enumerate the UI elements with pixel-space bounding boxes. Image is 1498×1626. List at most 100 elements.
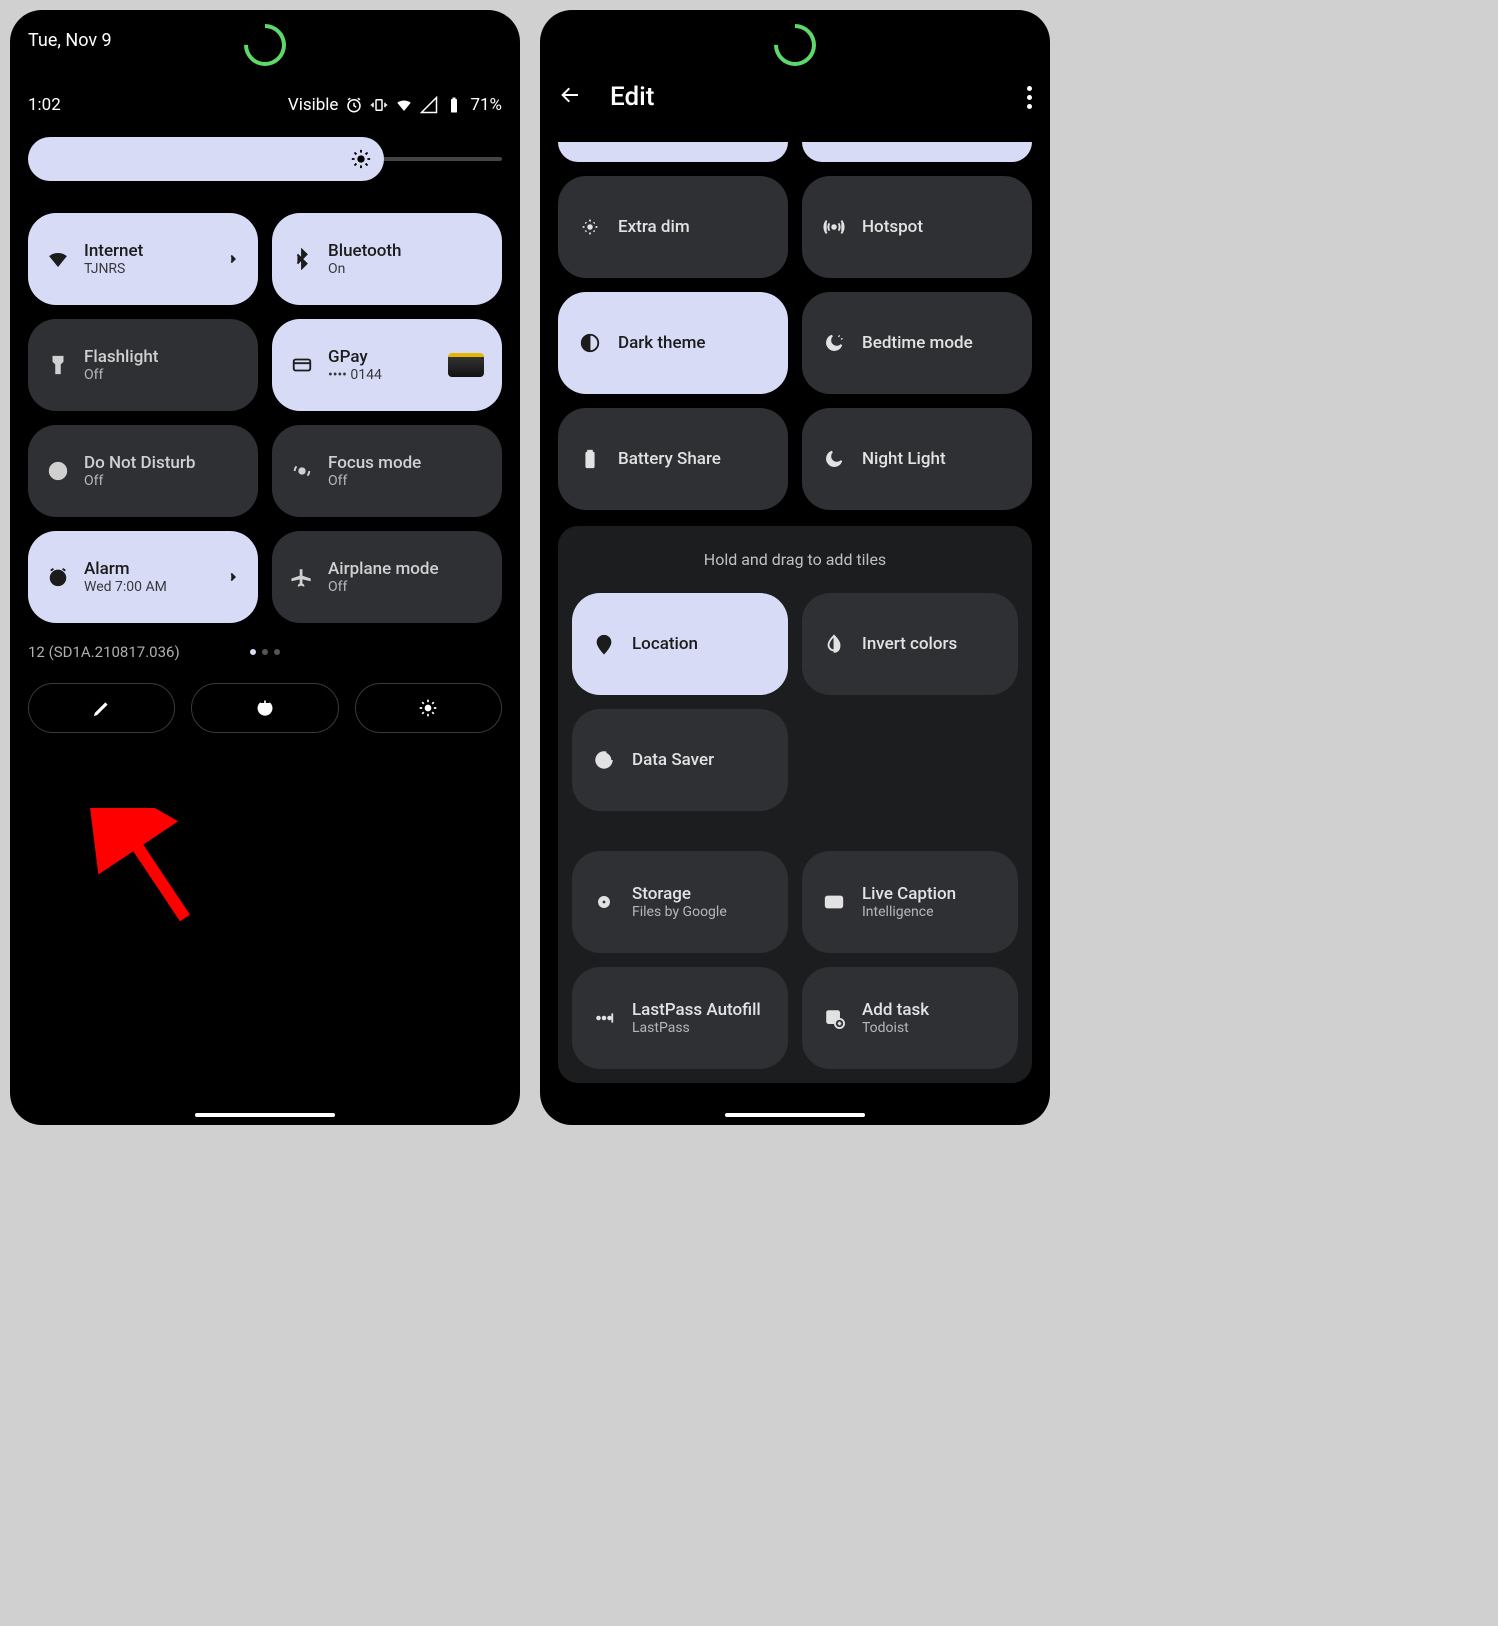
tile-title: Live Caption <box>862 884 956 904</box>
tile-hotspot[interactable]: Hotspot <box>802 176 1032 278</box>
night-light-icon <box>822 447 846 471</box>
build-row: 12 (SD1A.210817.036) <box>28 643 502 661</box>
tile-subtitle: LastPass <box>632 1020 761 1036</box>
loading-spinner-icon <box>765 15 824 74</box>
tile-internet[interactable]: Internet TJNRS <box>28 213 258 305</box>
tile-battery-share[interactable]: Battery Share <box>558 408 788 510</box>
tile-title: Alarm <box>84 559 212 579</box>
bottom-buttons <box>28 683 502 733</box>
todoist-icon <box>822 1006 846 1030</box>
bedtime-icon <box>822 331 846 355</box>
hotspot-icon <box>822 215 846 239</box>
tile-subtitle: Off <box>84 367 240 383</box>
bluetooth-icon <box>290 247 314 271</box>
tile-title: Flashlight <box>84 347 240 367</box>
pencil-icon <box>92 698 112 718</box>
dnd-icon <box>46 459 70 483</box>
tile-subtitle: TJNRS <box>84 261 212 277</box>
tile-add-task[interactable]: Add task Todoist <box>802 967 1018 1069</box>
tile-location[interactable]: Location <box>572 593 788 695</box>
tile-alarm[interactable]: Alarm Wed 7:00 AM <box>28 531 258 623</box>
tile-night-light[interactable]: Night Light <box>802 408 1032 510</box>
overflow-menu-button[interactable] <box>1027 86 1032 109</box>
tile-subtitle: Files by Google <box>632 904 727 920</box>
tile-title: Dark theme <box>618 333 706 353</box>
wifi-icon <box>395 96 413 114</box>
active-tiles-grid: Extra dim Hotspot Dark theme Bedtime mod… <box>558 142 1032 510</box>
extra-dim-icon <box>578 215 602 239</box>
tile-bluetooth[interactable]: Bluetooth On <box>272 213 502 305</box>
status-icons: Visible 71% <box>288 95 502 115</box>
tile-bedtime[interactable]: Bedtime mode <box>802 292 1032 394</box>
tile-extra-dim[interactable]: Extra dim <box>558 176 788 278</box>
tile-title: Focus mode <box>328 453 484 473</box>
vibrate-icon <box>370 96 388 114</box>
tile-storage[interactable]: Storage Files by Google <box>572 851 788 953</box>
dark-theme-icon <box>578 331 602 355</box>
edit-header: Edit <box>558 82 1032 112</box>
build-number: 12 (SD1A.210817.036) <box>28 643 180 661</box>
wifi-icon <box>46 247 70 271</box>
alarm-icon <box>345 96 363 114</box>
tile-title: Data Saver <box>632 750 714 770</box>
home-indicator[interactable] <box>195 1113 335 1117</box>
tile-subtitle: Off <box>84 473 240 489</box>
battery-icon <box>445 96 463 114</box>
tile-subtitle: Wed 7:00 AM <box>84 579 212 595</box>
status-time: 1:02 <box>28 95 61 115</box>
settings-button[interactable] <box>355 683 502 733</box>
tile-title: Invert colors <box>862 634 957 654</box>
tile-title: LastPass Autofill <box>632 1000 761 1020</box>
quick-tiles-grid: Internet TJNRS Bluetooth On Flashlight O… <box>28 213 502 623</box>
available-tiles-section: Hold and drag to add tiles Location Inve… <box>558 526 1032 1083</box>
tile-truncated[interactable] <box>558 142 788 162</box>
phone-quick-settings: Tue, Nov 9 1:02 Visible 71% Internet TJN… <box>10 10 520 1125</box>
storage-icon <box>592 890 616 914</box>
chevron-right-icon <box>226 570 240 584</box>
tile-dnd[interactable]: Do Not Disturb Off <box>28 425 258 517</box>
status-bar: 1:02 Visible 71% <box>28 95 502 115</box>
edit-button[interactable] <box>28 683 175 733</box>
tile-title: Bedtime mode <box>862 333 973 353</box>
airplane-icon <box>290 565 314 589</box>
tile-data-saver[interactable]: Data Saver <box>572 709 788 811</box>
tile-title: Hotspot <box>862 217 923 237</box>
tile-gpay[interactable]: GPay •••• 0144 <box>272 319 502 411</box>
tile-airplane[interactable]: Airplane mode Off <box>272 531 502 623</box>
location-icon <box>592 632 616 656</box>
tile-subtitle: Intelligence <box>862 904 956 920</box>
tile-title: Extra dim <box>618 217 690 237</box>
tile-title: Location <box>632 634 698 654</box>
tile-dark-theme[interactable]: Dark theme <box>558 292 788 394</box>
brightness-icon <box>350 148 372 170</box>
gear-icon <box>418 698 438 718</box>
signal-icon <box>420 96 438 114</box>
caption-icon <box>822 890 846 914</box>
tile-subtitle: Off <box>328 473 484 489</box>
tile-lastpass[interactable]: LastPass Autofill LastPass <box>572 967 788 1069</box>
brightness-slider[interactable] <box>28 137 502 181</box>
power-button[interactable] <box>191 683 338 733</box>
page-indicator <box>250 649 280 655</box>
tile-title: Bluetooth <box>328 241 484 261</box>
home-indicator[interactable] <box>725 1113 865 1117</box>
tile-title: Internet <box>84 241 212 261</box>
tile-focus[interactable]: Focus mode Off <box>272 425 502 517</box>
annotation-arrow <box>90 808 210 928</box>
tile-title: Airplane mode <box>328 559 484 579</box>
alarm-icon <box>46 565 70 589</box>
back-button[interactable] <box>558 83 582 111</box>
page-title: Edit <box>610 82 654 112</box>
tile-title: Add task <box>862 1000 929 1020</box>
chevron-right-icon <box>226 252 240 266</box>
tile-title: Battery Share <box>618 449 721 469</box>
tile-truncated[interactable] <box>802 142 1032 162</box>
tile-subtitle: On <box>328 261 484 277</box>
card-icon <box>290 353 314 377</box>
tile-live-caption[interactable]: Live Caption Intelligence <box>802 851 1018 953</box>
phone-edit-tiles: Edit Extra dim Hotspot Dark theme Bedtim… <box>540 10 1050 1125</box>
tile-invert-colors[interactable]: Invert colors <box>802 593 1018 695</box>
loading-spinner-icon <box>235 15 294 74</box>
carrier-label: Visible <box>288 95 339 115</box>
tile-flashlight[interactable]: Flashlight Off <box>28 319 258 411</box>
